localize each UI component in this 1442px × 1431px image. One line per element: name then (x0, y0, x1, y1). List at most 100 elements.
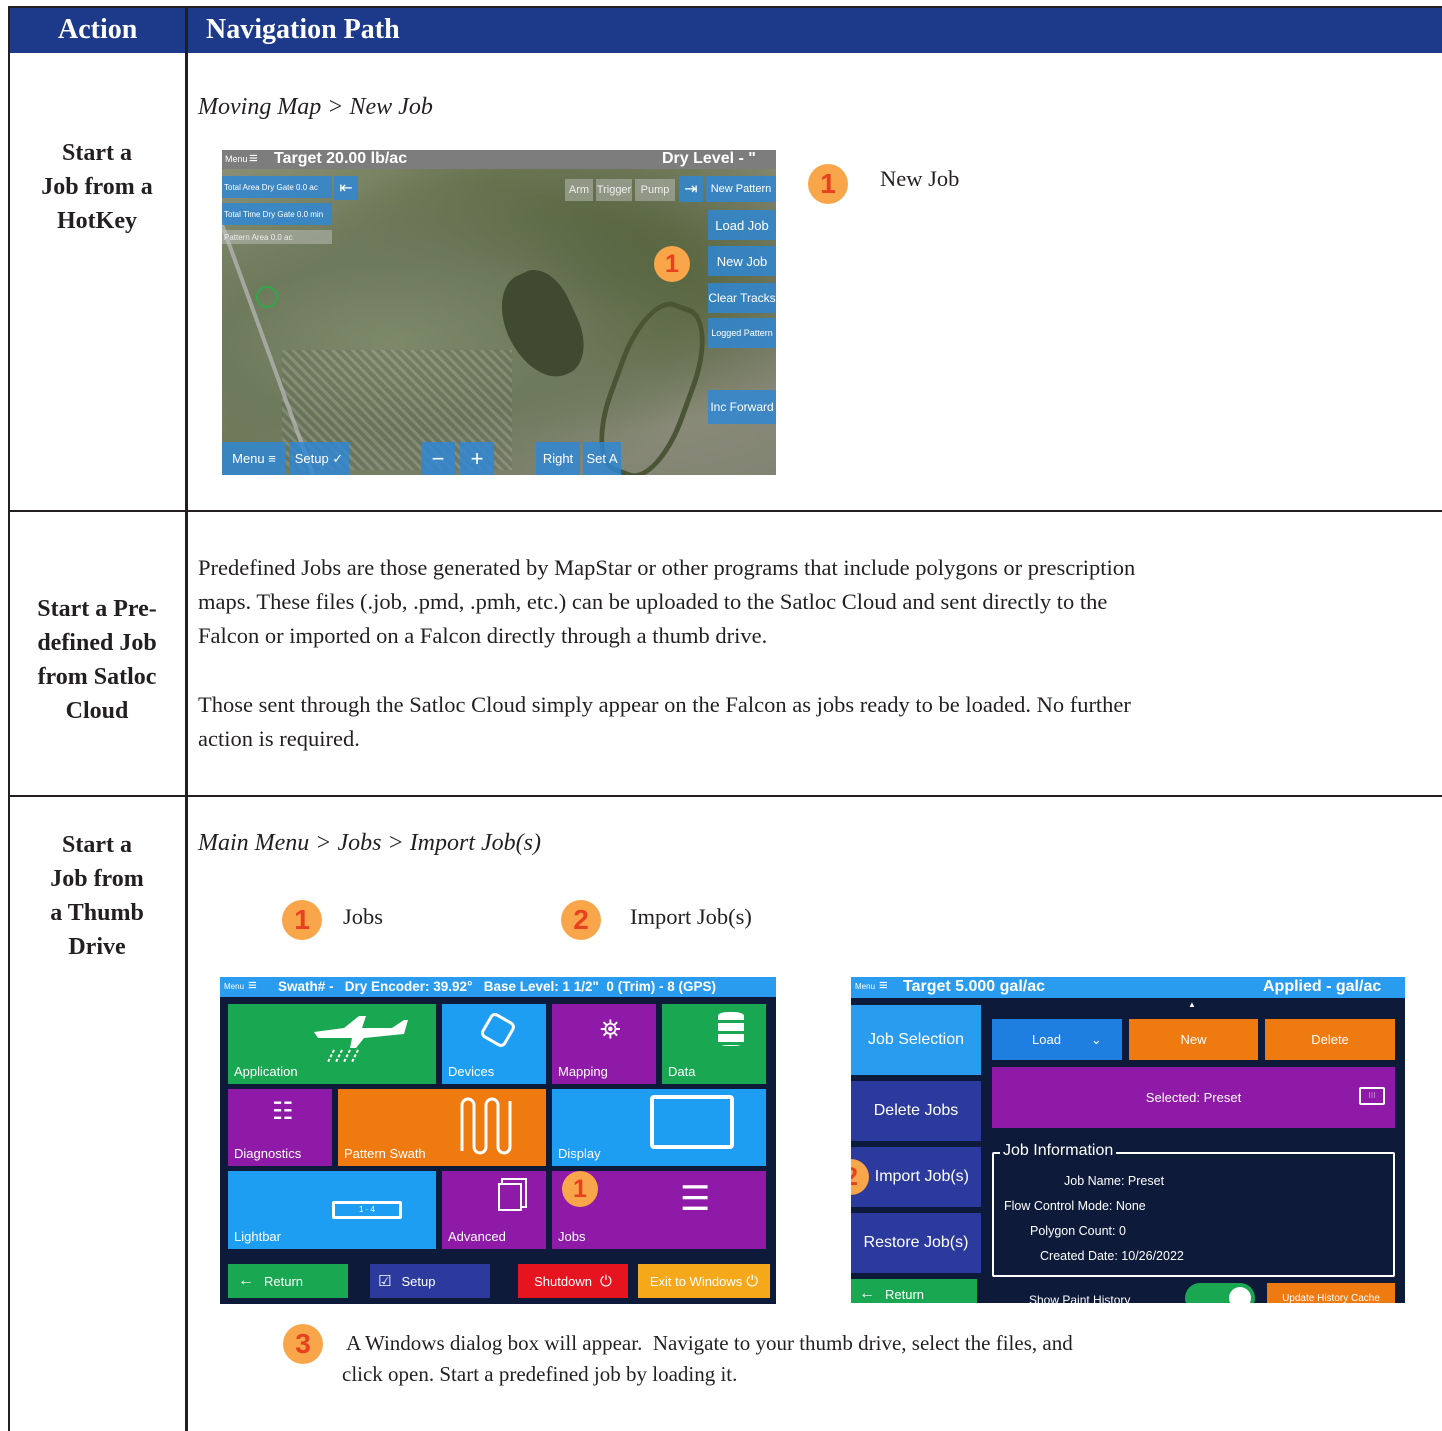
checklist-icon: ☰ (680, 1180, 711, 1218)
step-label-import: Import Job(s) (630, 904, 752, 929)
load-dropdown[interactable]: Load ⌄ (992, 1019, 1122, 1060)
menu-icon[interactable]: ≡ (248, 977, 257, 994)
tile-pattern-swath[interactable]: Pattern Swath (338, 1089, 546, 1166)
new-button[interactable]: New (1129, 1019, 1258, 1060)
return-button[interactable]: ← Return (228, 1264, 348, 1298)
delete-button[interactable]: Delete (1265, 1019, 1395, 1060)
new-pattern-button[interactable]: New Pattern (706, 176, 776, 202)
tile-data[interactable]: Data (662, 1004, 766, 1084)
arrow-left-icon: ← (238, 1272, 254, 1289)
monitor-icon (650, 1095, 734, 1149)
tile-jobs[interactable]: Jobs ☰ 1 (552, 1171, 766, 1249)
jobs-return-button[interactable]: ← Return (851, 1279, 977, 1303)
clear-tracks-button[interactable]: Clear Tracks (708, 283, 776, 313)
row2-action: Start a Pre- defined Job from Satloc Clo… (37, 596, 157, 724)
header-action: Action (58, 14, 138, 45)
step-label-new-job: New Job (880, 166, 960, 191)
airplane-icon (314, 1016, 408, 1063)
arm-button[interactable]: Arm (565, 179, 593, 201)
set-a-button[interactable]: Set A (583, 442, 621, 475)
step-label-jobs: Jobs (343, 904, 384, 929)
swath-pattern-icon (460, 1097, 512, 1155)
row3-path: Main Menu > Jobs > Import Job(s) (198, 830, 541, 856)
row2-paragraph-1: Predefined Jobs are those generated by M… (198, 555, 1136, 648)
main-menu-screenshot: Menu ≡ Swath# - Dry Encoder: 39.92° Base… (220, 977, 776, 1304)
keyboard-icon[interactable]: ⁝⁝⁝ (1359, 1087, 1385, 1105)
chevron-down-icon: ⌄ (1090, 1031, 1102, 1047)
setup-button[interactable]: ☑ Setup (370, 1264, 490, 1298)
menu-label[interactable]: Menu (855, 982, 875, 991)
row3-action: Start a Job from a Thumb Drive (50, 832, 144, 960)
table-border-top (8, 6, 1442, 8)
tile-advanced[interactable]: Advanced (442, 1171, 546, 1249)
job-information-title: Job Information (1000, 1142, 1117, 1160)
created-date: Created Date: 10/26/2022 (1040, 1249, 1184, 1263)
menu-icon[interactable]: ≡ (249, 150, 258, 167)
zoom-out-button[interactable]: − (421, 442, 455, 475)
step-badge-1: 1 (562, 1171, 598, 1207)
stat-total-time: Total Time Dry Gate 0.0 min (222, 203, 332, 225)
zoom-in-button[interactable]: + (460, 442, 494, 475)
row2-paragraph-2: Those sent through the Satloc Cloud simp… (198, 692, 1131, 751)
checkbox-icon: ☑ (378, 1273, 392, 1290)
row1-path: Moving Map > New Job (198, 94, 433, 120)
map-menu-button[interactable]: Menu ≡ (222, 442, 286, 475)
menu-label[interactable]: Menu (225, 154, 248, 164)
stat-pattern-area: Pattern Area 0.0 ac (222, 230, 332, 244)
step3-text: A Windows dialog box will appear. Naviga… (342, 1331, 1073, 1386)
applied-rate: Applied - gal/ac (1263, 978, 1382, 995)
job-name: Job Name: Preset (1064, 1174, 1165, 1188)
restore-jobs-tab[interactable]: Restore Job(s) (851, 1213, 981, 1273)
show-paint-history-label: Show Paint History (1029, 1293, 1131, 1303)
power-icon: ⏻ (746, 1272, 759, 1290)
job-selection-tab[interactable]: Job Selection (851, 1005, 981, 1075)
delete-jobs-tab[interactable]: Delete Jobs (851, 1081, 981, 1141)
main-menu-status-bar: Menu ≡ Swath# - Dry Encoder: 39.92° Base… (220, 977, 776, 997)
step-number-1: 1 (282, 900, 322, 940)
tile-display[interactable]: Display (552, 1089, 766, 1166)
list-settings-icon: ☷ (272, 1098, 294, 1125)
right-button[interactable]: Right (536, 442, 580, 475)
load-job-button[interactable]: Load Job (708, 210, 776, 240)
import-jobs-tab[interactable]: Import Job(s) (851, 1147, 981, 1207)
check-icon: ✓ (332, 450, 344, 466)
moving-map-screenshot: Menu ≡ Target 20.00 lb/ac Dry Level - " … (222, 150, 776, 475)
encoder-status: Swath# - Dry Encoder: 39.92° Base Level:… (278, 979, 716, 994)
menu-icon[interactable]: ≡ (879, 977, 888, 994)
menu-label[interactable]: Menu (224, 982, 244, 991)
dry-level-status: Dry Level - " (662, 150, 756, 167)
row-divider-2 (8, 795, 1442, 797)
pump-button[interactable]: Pump (635, 179, 675, 201)
target-rate: Target 5.000 gal/ac (903, 978, 1045, 995)
show-paint-history-toggle[interactable] (1185, 1283, 1255, 1303)
tile-application[interactable]: Application (228, 1004, 436, 1084)
exit-to-windows-button[interactable]: Exit to Windows ⏻ (638, 1264, 770, 1298)
row-divider-1 (8, 510, 1442, 512)
new-job-button[interactable]: New Job (708, 246, 776, 276)
map-setup-button[interactable]: Setup ✓ (289, 442, 349, 475)
tile-lightbar[interactable]: Lightbar 1 · 4 (228, 1171, 436, 1249)
stacked-windows-icon (498, 1183, 522, 1211)
menu-icon: ≡ (268, 451, 276, 466)
selected-job-field[interactable]: Selected: Preset ⁝⁝⁝ (992, 1067, 1395, 1128)
lightbar-icon: 1 · 4 (332, 1201, 402, 1219)
step-number-3: 3 (283, 1324, 323, 1364)
tile-mapping[interactable]: Mapping ⛯ (552, 1004, 656, 1084)
map-topbar: Menu ≡ Target 20.00 lb/ac Dry Level - " (222, 150, 776, 169)
step-number-1: 1 (808, 164, 848, 204)
logged-pattern-button[interactable]: Logged Pattern (708, 318, 776, 348)
inc-forward-button[interactable]: Inc Forward (708, 390, 776, 424)
step-number-2: 2 (561, 900, 601, 940)
tile-diagnostics[interactable]: Diagnostics ☷ (228, 1089, 332, 1166)
expand-right-button[interactable]: ⇥ (679, 176, 703, 202)
update-history-cache-button[interactable]: Update History Cache (1267, 1283, 1395, 1303)
flow-control-mode: Flow Control Mode: None (1004, 1199, 1146, 1213)
target-rate: Target 20.00 lb/ac (274, 150, 408, 167)
collapse-left-button[interactable]: ⇤ (334, 176, 358, 200)
trigger-button[interactable]: Trigger (596, 179, 632, 201)
header-navigation-path: Navigation Path (206, 14, 400, 45)
aircraft-marker (256, 286, 278, 308)
shutdown-button[interactable]: Shutdown ⏻ (518, 1264, 628, 1298)
tile-devices[interactable]: Devices (442, 1004, 546, 1084)
scroll-up-icon[interactable]: ▲ (1188, 1000, 1196, 1009)
